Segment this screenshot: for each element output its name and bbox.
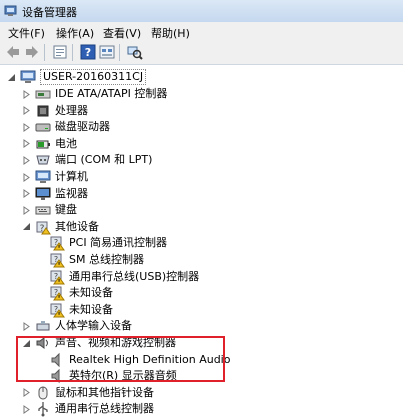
tree-root[interactable]: USER-20160311CJ <box>7 68 147 86</box>
tree-item-label: 磁盘驱动器 <box>55 120 110 134</box>
help-icon[interactable]: ? <box>80 44 96 60</box>
tree-item-label: 电池 <box>55 136 77 150</box>
tree-item-label: 通用串行总线控制器 <box>55 402 154 416</box>
mouse-icon <box>38 386 48 400</box>
tree-expander[interactable] <box>22 205 31 215</box>
tree-expander[interactable] <box>22 189 31 199</box>
other-devices-icon: ? <box>36 221 51 235</box>
tree-item-usb-bus[interactable]: 通用串行总线控制器 <box>22 400 154 418</box>
tree-item-label: 处理器 <box>55 103 88 117</box>
tree-item-pci-comm[interactable]: ? PCI 简易通讯控制器 <box>36 234 167 252</box>
keyboard-icon <box>35 206 51 215</box>
toolbar: ? <box>0 41 403 65</box>
usb-icon <box>38 402 48 417</box>
tree-expander[interactable] <box>22 139 31 149</box>
tree-item-label: 未知设备 <box>69 302 113 316</box>
unknown-device-warning-icon: ? <box>50 303 65 318</box>
tree-expander[interactable] <box>22 155 31 165</box>
tree-item-unknown-1[interactable]: ? 未知设备 <box>36 284 113 302</box>
computer-root-icon <box>20 70 36 83</box>
menu-help[interactable]: 帮助(H) <box>151 25 190 41</box>
tree-item-label: 未知设备 <box>69 286 113 300</box>
tree-item-processor[interactable]: 处理器 <box>22 102 88 120</box>
tree-item-label: SM 总线控制器 <box>69 253 144 266</box>
unknown-device-warning-icon: ? <box>50 236 65 251</box>
scan-hardware-icon[interactable] <box>127 44 143 60</box>
tree-expander[interactable] <box>22 89 31 99</box>
tree-item-disk[interactable]: 磁盘驱动器 <box>22 118 110 136</box>
tree-expander[interactable] <box>7 73 16 82</box>
computer-icon <box>35 170 51 183</box>
tree-item-sm-bus[interactable]: ? SM 总线控制器 <box>36 251 144 269</box>
tree-item-battery[interactable]: 电池 <box>22 135 77 153</box>
tree-item-label: 人体学输入设备 <box>55 319 132 333</box>
unknown-device-warning-icon: ? <box>50 253 65 268</box>
tree-expander[interactable] <box>22 122 31 132</box>
forward-arrow-icon[interactable] <box>24 44 40 60</box>
processor-icon <box>37 105 49 117</box>
tree-expander[interactable] <box>22 388 31 398</box>
tree-item-label: 键盘 <box>55 203 77 217</box>
menu-view[interactable]: 查看(V) <box>103 25 141 41</box>
tree-item-ports[interactable]: 端口 (COM 和 LPT) <box>22 151 152 169</box>
tree-item-monitors[interactable]: 监视器 <box>22 185 88 203</box>
window-title: 设备管理器 <box>22 6 77 19</box>
view-icon[interactable] <box>99 44 115 60</box>
title-bar: 设备管理器 <box>0 0 403 23</box>
tree-item-label: 端口 (COM 和 LPT) <box>55 153 153 167</box>
tree-item-unknown-2[interactable]: ? 未知设备 <box>36 301 113 319</box>
tree-item-label: 鼠标和其他指针设备 <box>55 385 154 399</box>
tree-expander[interactable] <box>22 321 31 331</box>
battery-icon <box>36 140 50 149</box>
tree-item-computer[interactable]: 计算机 <box>22 168 88 186</box>
device-manager-icon <box>4 5 17 16</box>
tree-item-label: PCI 简易通讯控制器 <box>69 236 168 250</box>
svg-text:?: ? <box>85 46 91 59</box>
menu-action[interactable]: 操作(A) <box>56 25 94 41</box>
port-icon <box>36 155 50 165</box>
tree-item-label: 监视器 <box>55 186 88 200</box>
hid-icon <box>36 321 50 331</box>
tree-item-label: 其他设备 <box>55 219 99 233</box>
unknown-device-warning-icon: ? <box>50 270 65 285</box>
disk-drive-icon <box>35 123 51 132</box>
toolbar-separator <box>72 44 73 61</box>
tree-item-usb-controller[interactable]: ? 通用串行总线(USB)控制器 <box>36 268 199 286</box>
tree-item-label: 通用串行总线(USB)控制器 <box>69 269 200 283</box>
menu-file[interactable]: 文件(F) <box>8 25 45 41</box>
tree-item-label: IDE ATA/ATAPI 控制器 <box>55 87 168 100</box>
tree-item-label: 计算机 <box>55 170 88 183</box>
menu-bar: 文件(F) 操作(A) 查看(V) 帮助(H) <box>0 22 403 41</box>
tree-expander[interactable] <box>22 404 31 414</box>
back-arrow-icon[interactable] <box>5 44 21 60</box>
unknown-device-warning-icon: ? <box>50 286 65 301</box>
ide-controller-icon <box>35 90 51 99</box>
tree-expander[interactable] <box>22 172 31 182</box>
monitor-icon <box>35 187 51 200</box>
tree-expander[interactable] <box>22 222 31 231</box>
properties-icon[interactable] <box>52 44 68 60</box>
toolbar-separator <box>119 44 120 61</box>
tree-item-mice[interactable]: 鼠标和其他指针设备 <box>22 384 154 402</box>
tree-item-other-devices[interactable]: ? 其他设备 <box>22 218 99 236</box>
tree-expander[interactable] <box>22 106 31 116</box>
toolbar-separator <box>44 44 45 61</box>
highlight-box <box>16 336 225 382</box>
computer-name: USER-20160311CJ <box>40 69 147 85</box>
tree-item-keyboards[interactable]: 键盘 <box>22 201 77 219</box>
tree-item-hid[interactable]: 人体学输入设备 <box>22 317 132 335</box>
tree-item-ide[interactable]: IDE ATA/ATAPI 控制器 <box>22 85 167 103</box>
